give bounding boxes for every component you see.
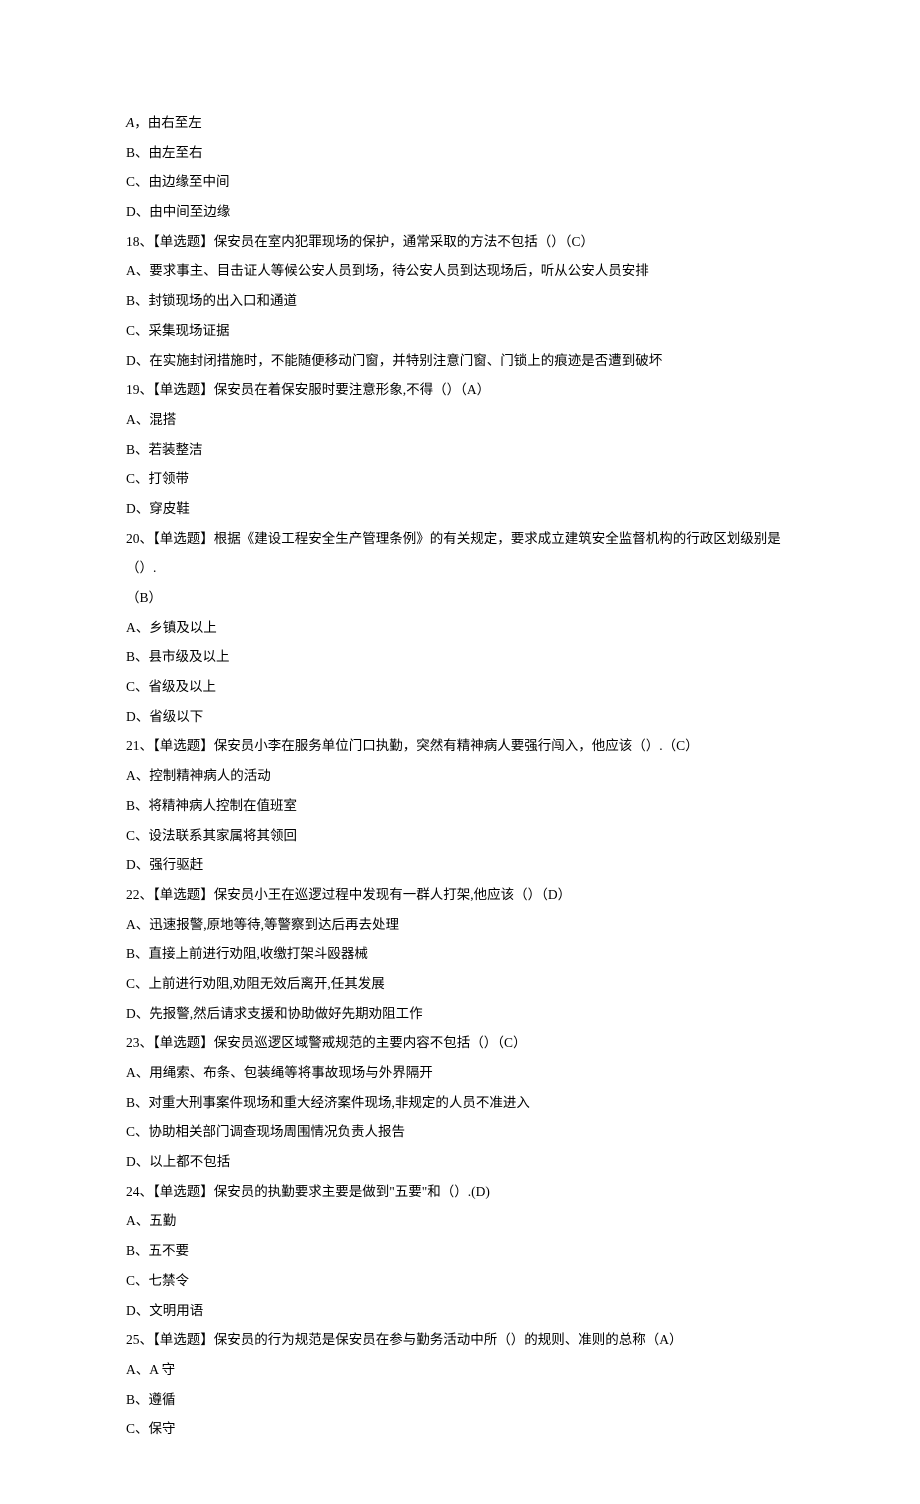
text-line: D、先报警,然后请求支援和协助做好先期劝阻工作	[126, 999, 806, 1029]
text-line: 23、【单选题】保安员巡逻区域警戒规范的主要内容不包括（）（C）	[126, 1028, 806, 1058]
text-line: B、五不要	[126, 1236, 806, 1266]
text-line: 21、【单选题】保安员小李在服务单位门口执勤，突然有精神病人要强行闯入，他应该（…	[126, 731, 806, 761]
document-body: A，由右至左B、由左至右C、由边缘至中间D、由中间至边缘18、【单选题】保安员在…	[126, 108, 806, 1444]
text-line: 18、【单选题】保安员在室内犯罪现场的保护，通常采取的方法不包括（）（C）	[126, 227, 806, 257]
text-line: C、由边缘至中间	[126, 167, 806, 197]
text-line: D、强行驱赶	[126, 850, 806, 880]
text-line: C、保守	[126, 1414, 806, 1444]
text-line: A，由右至左	[126, 108, 806, 138]
text-line: C、采集现场证据	[126, 316, 806, 346]
text-line: A、控制精神病人的活动	[126, 761, 806, 791]
text-line: D、在实施封闭措施时，不能随便移动门窗，并特别注意门窗、门锁上的痕迹是否遭到破坏	[126, 346, 806, 376]
text-line: B、对重大刑事案件现场和重大经济案件现场,非规定的人员不准进入	[126, 1088, 806, 1118]
text-line: C、省级及以上	[126, 672, 806, 702]
text-line: 20、【单选题】根据《建设工程安全生产管理条例》的有关规定，要求成立建筑安全监督…	[126, 524, 806, 583]
text-line: B、封锁现场的出入口和通道	[126, 286, 806, 316]
text-line: D、文明用语	[126, 1296, 806, 1326]
text-line: D、省级以下	[126, 702, 806, 732]
text-line: A、用绳索、布条、包装绳等将事故现场与外界隔开	[126, 1058, 806, 1088]
text-line: B、将精神病人控制在值班室	[126, 791, 806, 821]
text-line: A、五勤	[126, 1206, 806, 1236]
text-line: D、以上都不包括	[126, 1147, 806, 1177]
text-line: B、若装整洁	[126, 435, 806, 465]
text-line: B、直接上前进行劝阻,收缴打架斗殴器械	[126, 939, 806, 969]
text-line: （B）	[126, 583, 806, 613]
text-line: A、迅速报警,原地等待,等警察到达后再去处理	[126, 910, 806, 940]
text-line: C、设法联系其家属将其领回	[126, 821, 806, 851]
text-line: A、乡镇及以上	[126, 613, 806, 643]
text-line: D、由中间至边缘	[126, 197, 806, 227]
text-line: C、协助相关部门调查现场周围情况负责人报告	[126, 1117, 806, 1147]
text-line: 25、【单选题】保安员的行为规范是保安员在参与勤务活动中所（）的规则、准则的总称…	[126, 1325, 806, 1355]
text-line: A、要求事主、目击证人等候公安人员到场，待公安人员到达现场后，听从公安人员安排	[126, 256, 806, 286]
text-line: B、由左至右	[126, 138, 806, 168]
text-line: 19、【单选题】保安员在着保安服时要注意形象,不得（）（A）	[126, 375, 806, 405]
text-line: C、打领带	[126, 464, 806, 494]
text-line: A、A 守	[126, 1355, 806, 1385]
text-line: C、上前进行劝阻,劝阻无效后离开,任其发展	[126, 969, 806, 999]
text-line: 22、【单选题】保安员小王在巡逻过程中发现有一群人打架,他应该（）（D）	[126, 880, 806, 910]
text-line: D、穿皮鞋	[126, 494, 806, 524]
text-line: 24、【单选题】保安员的执勤要求主要是做到"五要"和（）.(D)	[126, 1177, 806, 1207]
text-line: B、县市级及以上	[126, 642, 806, 672]
text-line: B、遵循	[126, 1385, 806, 1415]
text-line: A、混搭	[126, 405, 806, 435]
text-line: C、七禁令	[126, 1266, 806, 1296]
